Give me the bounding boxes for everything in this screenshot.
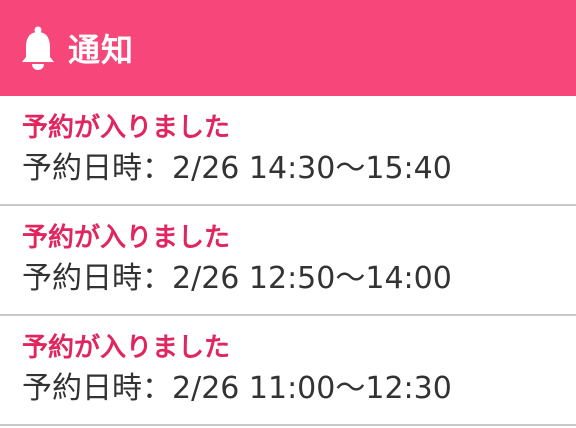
notification-item[interactable]: 予約が入りました 予約日時：2/26 14:30〜15:40 (0, 96, 576, 206)
notification-title: 予約が入りました (22, 333, 231, 363)
notification-datetime: 予約日時：2/26 12:50〜14:00 (22, 261, 452, 296)
notification-datetime: 予約日時：2/26 14:30〜15:40 (22, 151, 452, 186)
notification-list: 予約が入りました 予約日時：2/26 14:30〜15:40 予約が入りました … (0, 96, 576, 426)
notification-title: 予約が入りました (22, 223, 231, 253)
notifications-header: 通知 (0, 0, 576, 96)
notification-datetime: 予約日時：2/26 11:00〜12:30 (22, 371, 452, 406)
notification-item[interactable]: 予約が入りました 予約日時：2/26 12:50〜14:00 (0, 206, 576, 316)
notification-item[interactable]: 予約が入りました 予約日時：2/26 11:00〜12:30 (0, 316, 576, 426)
page-title: 通知 (68, 31, 135, 69)
notification-title: 予約が入りました (22, 113, 231, 143)
bell-icon (20, 25, 56, 71)
